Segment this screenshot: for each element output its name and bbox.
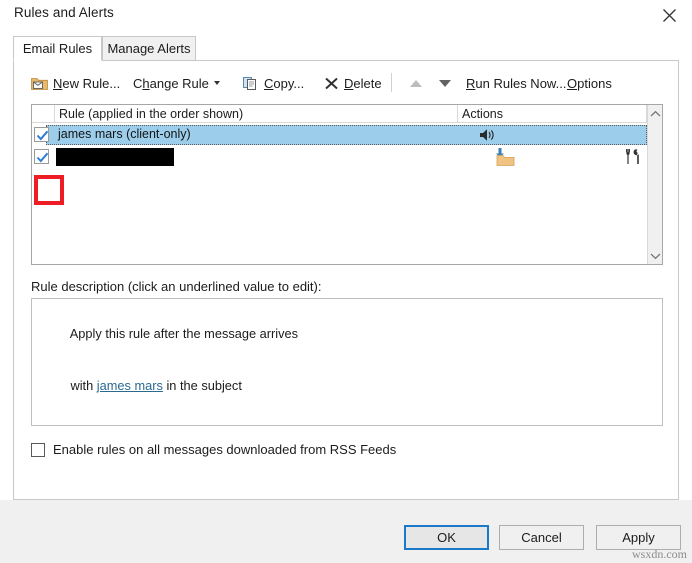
description-line: with james mars in the subject [42,360,652,413]
description-text: with [70,378,97,393]
change-rule-button[interactable]: Change Rule [133,70,220,96]
tab-strip: Email Rules Manage Alerts [13,36,679,61]
rule-enabled-checkbox[interactable] [34,149,49,164]
dialog-footer: OK Cancel Apply wsxdn.com [0,500,692,563]
cancel-button-label: Cancel [521,530,562,545]
rules-list-body: james mars (client-only) [32,123,647,264]
ok-button[interactable]: OK [404,525,489,550]
rules-toolbar: New Rule... Change Rule Copy... Delete R… [14,70,680,98]
delete-x-icon [324,76,339,91]
rules-list: Rule (applied in the order shown) Action… [31,104,663,265]
chevron-down-icon [650,247,661,265]
chevron-down-icon [213,81,220,85]
rule-enabled-checkbox[interactable] [34,127,49,142]
tab-manage-alerts-label: Manage Alerts [107,41,191,56]
toolbar-separator [391,73,392,92]
copy-icon [243,76,259,91]
tab-email-rules[interactable]: Email Rules [13,36,102,61]
run-rules-now-button[interactable]: Run Rules Now... [466,70,566,96]
rules-list-header: Rule (applied in the order shown) Action… [32,105,662,123]
move-up-button[interactable] [404,70,428,96]
ok-button-label: OK [437,530,456,545]
rule-description-label: Rule description (click an underlined va… [31,279,322,294]
tab-email-rules-label: Email Rules [22,41,93,56]
arrow-down-icon [439,79,451,87]
redacted-rule-name [56,148,174,166]
arrow-up-icon [410,79,422,87]
chevron-up-icon [650,105,661,123]
table-row[interactable] [32,147,647,167]
email-rules-panel: New Rule... Change Rule Copy... Delete R… [13,60,679,500]
column-header-rule[interactable]: Rule (applied in the order shown) [55,105,458,123]
rules-and-alerts-dialog: Rules and Alerts Email Rules Manage Aler… [0,0,692,563]
watermark: wsxdn.com [632,547,687,561]
checkmark-icon [36,152,49,163]
new-rule-folder-icon [31,76,48,91]
copy-button[interactable]: Copy... [243,70,304,96]
rules-list-scrollbar[interactable] [647,105,662,264]
rss-feeds-label: Enable rules on all messages downloaded … [53,442,397,457]
rss-feeds-checkbox[interactable] [31,442,45,457]
checkmark-icon [36,130,49,141]
move-to-folder-icon [494,147,516,172]
description-line: and on this computer only [42,412,652,425]
close-button[interactable] [654,2,684,28]
copy-label: Copy... [264,75,305,91]
cancel-button[interactable]: Cancel [499,525,584,550]
description-line: Apply this rule after the message arrive… [42,307,652,360]
apply-button-label: Apply [622,530,655,545]
change-rule-label: Change Rule [133,75,209,91]
options-label: Options [567,75,612,91]
column-header-actions[interactable]: Actions [458,105,647,123]
tools-icon [623,147,643,172]
rss-feeds-option-row[interactable]: Enable rules on all messages downloaded … [31,442,396,457]
table-row[interactable]: james mars (client-only) [32,125,647,145]
rule-name-label: james mars (client-only) [58,127,191,141]
description-text: in the subject [162,378,242,393]
rule-description-box: Apply this rule after the message arrive… [31,298,663,426]
scroll-down-button[interactable] [648,247,663,264]
run-rules-now-label: Run Rules Now... [466,75,567,91]
description-text: Apply this rule after the message arrive… [69,325,299,341]
column-header-rule-label: Rule (applied in the order shown) [59,107,244,121]
delete-button[interactable]: Delete [324,70,382,96]
options-button[interactable]: Options [567,70,612,96]
delete-label: Delete [344,75,382,91]
subject-value-link[interactable]: james mars [97,378,163,393]
new-rule-button[interactable]: New Rule... [31,70,120,96]
new-rule-label: New Rule... [53,75,121,91]
column-header-actions-label: Actions [462,107,503,121]
tab-manage-alerts[interactable]: Manage Alerts [102,36,196,61]
column-header-checkbox[interactable] [32,105,55,123]
move-down-button[interactable] [433,70,457,96]
speaker-icon [479,127,496,148]
title-bar: Rules and Alerts [0,0,692,30]
scroll-up-button[interactable] [648,105,663,122]
close-icon [662,8,677,23]
page-title: Rules and Alerts [14,5,114,20]
